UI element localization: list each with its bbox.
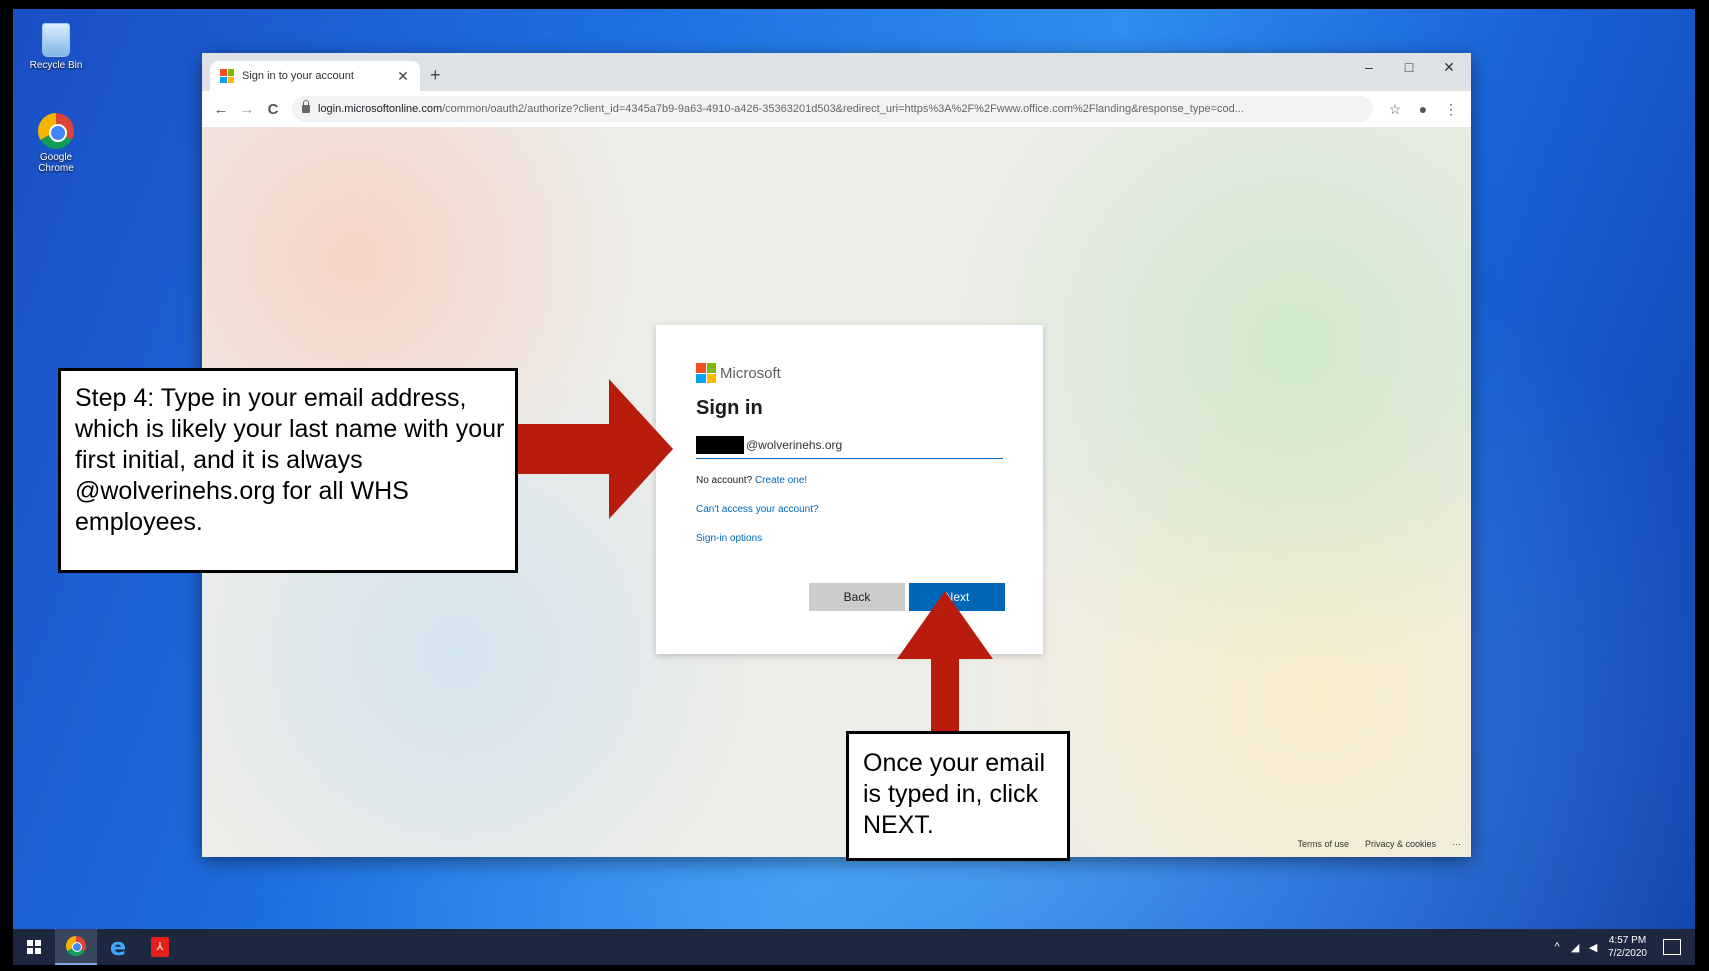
- next-hint-callout: Once your email is typed in, click NEXT.: [846, 731, 1070, 861]
- email-domain: @wolverinehs.org: [746, 438, 843, 452]
- chrome-icon: [38, 113, 74, 149]
- address-bar[interactable]: login.microsoftonline.com /common/oauth2…: [292, 96, 1373, 122]
- tab-title: Sign in to your account: [242, 70, 354, 82]
- create-account-link[interactable]: Create one!: [755, 475, 807, 486]
- close-window-button[interactable]: ✕: [1431, 59, 1467, 76]
- no-account-text: No account?: [696, 475, 753, 486]
- taskbar-edge[interactable]: e: [97, 929, 139, 965]
- brand-name: Microsoft: [720, 364, 781, 382]
- privacy-link[interactable]: Privacy & cookies: [1365, 839, 1436, 849]
- cant-access-row: Can't access your account?: [696, 504, 1003, 515]
- microsoft-logo-icon: [696, 363, 716, 383]
- desktop-icon-label: Google Chrome: [38, 152, 74, 174]
- volume-icon[interactable]: ◀: [1584, 941, 1602, 954]
- page-footer: Terms of use Privacy & cookies ···: [1297, 839, 1461, 849]
- star-icon[interactable]: ☆: [1381, 101, 1409, 118]
- url-path: /common/oauth2/authorize?client_id=4345a…: [442, 103, 1244, 115]
- acrobat-icon: ⅄: [151, 937, 169, 957]
- system-tray: ^ ◢ ◀ 4:57 PM 7/2/2020: [1548, 929, 1695, 965]
- notification-icon[interactable]: [1663, 939, 1681, 955]
- url-host: login.microsoftonline.com: [318, 103, 443, 115]
- microsoft-favicon-icon: [220, 69, 234, 83]
- new-tab-button[interactable]: +: [430, 65, 441, 86]
- account-icon[interactable]: ●: [1409, 101, 1437, 117]
- desktop-icon-google-chrome[interactable]: Google Chrome: [19, 113, 93, 174]
- signin-options-link[interactable]: Sign-in options: [696, 533, 762, 544]
- edge-icon: e: [109, 933, 127, 961]
- forward-arrow-icon[interactable]: →: [234, 101, 260, 118]
- minimize-button[interactable]: –: [1351, 59, 1387, 75]
- cant-access-link[interactable]: Can't access your account?: [696, 504, 819, 515]
- clock-date: 7/2/2020: [1608, 948, 1647, 959]
- back-arrow-icon[interactable]: ←: [208, 101, 234, 118]
- signin-title: Sign in: [696, 397, 763, 419]
- clock[interactable]: 4:57 PM 7/2/2020: [1608, 934, 1647, 960]
- microsoft-brand: Microsoft: [696, 363, 1003, 383]
- maximize-button[interactable]: □: [1391, 59, 1427, 75]
- more-options-icon[interactable]: ···: [1452, 839, 1461, 849]
- tab-strip: Sign in to your account ✕ + – □ ✕: [202, 53, 1471, 91]
- reload-icon[interactable]: C: [260, 101, 286, 118]
- terms-link[interactable]: Terms of use: [1297, 839, 1349, 849]
- lock-icon: [302, 100, 310, 113]
- signin-options-row: Sign-in options: [696, 533, 1003, 544]
- tab-signin[interactable]: Sign in to your account ✕: [210, 61, 420, 91]
- start-button[interactable]: [13, 929, 55, 965]
- email-input[interactable]: @wolverinehs.org: [696, 432, 1003, 459]
- redacted-username: [696, 436, 744, 454]
- windows-logo-icon: [27, 940, 41, 954]
- arrow-up-to-next: [897, 591, 993, 733]
- chrome-icon: [66, 936, 86, 956]
- menu-icon[interactable]: ⋮: [1437, 101, 1465, 118]
- desktop-icon-recycle-bin[interactable]: Recycle Bin: [19, 23, 93, 71]
- chevron-up-icon[interactable]: ^: [1548, 941, 1566, 953]
- step4-callout: Step 4: Type in your email address, whic…: [58, 368, 518, 573]
- desktop-icon-label: Recycle Bin: [29, 60, 83, 71]
- desktop: Recycle Bin Google Chrome Sign in to you…: [13, 9, 1695, 965]
- taskbar-chrome[interactable]: [55, 929, 97, 965]
- recycle-bin-icon: [42, 23, 70, 57]
- taskbar-acrobat[interactable]: ⅄: [139, 929, 181, 965]
- arrow-right-to-email: [503, 379, 673, 519]
- clock-time: 4:57 PM: [1608, 935, 1647, 946]
- browser-toolbar: ← → C login.microsoftonline.com /common/…: [202, 91, 1471, 128]
- back-button[interactable]: Back: [809, 583, 905, 611]
- tab-close-icon[interactable]: ✕: [394, 68, 412, 85]
- taskbar: e ⅄ ^ ◢ ◀ 4:57 PM 7/2/2020: [13, 929, 1695, 965]
- no-account-row: No account? Create one!: [696, 475, 1003, 486]
- network-icon[interactable]: ◢: [1566, 941, 1584, 954]
